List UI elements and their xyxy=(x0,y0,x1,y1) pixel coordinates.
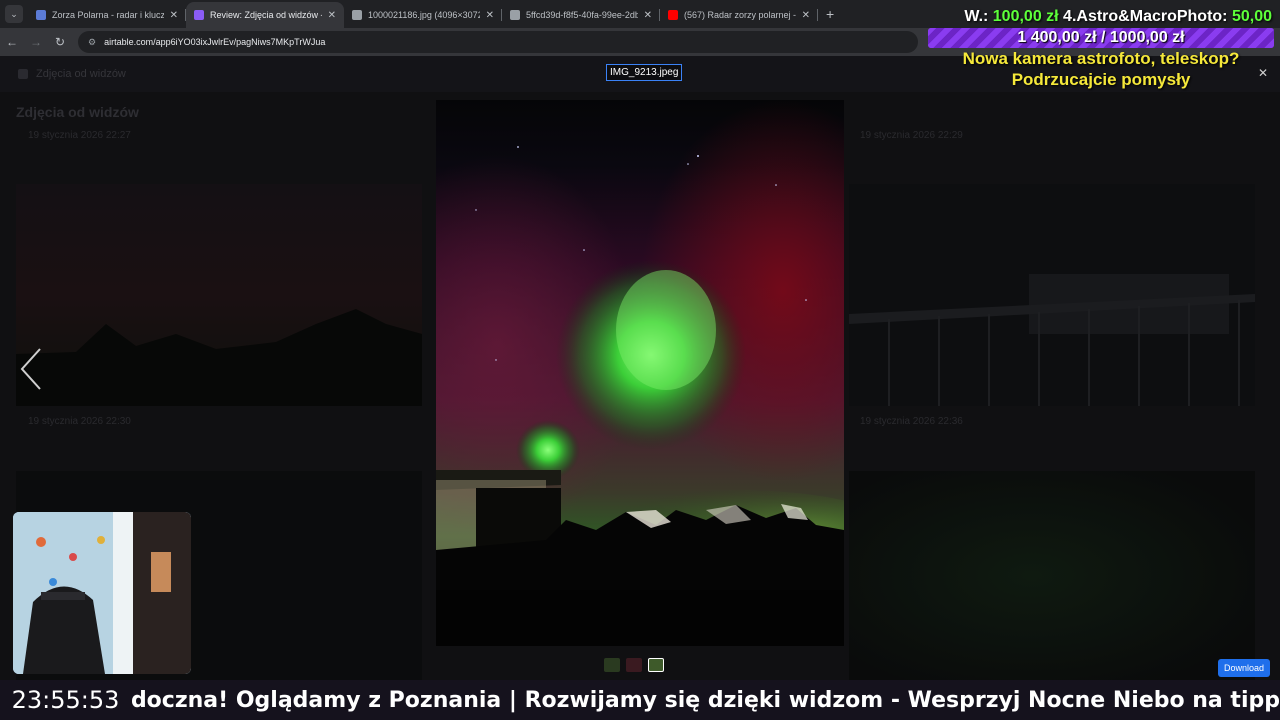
card-timestamp: 19 stycznia 2026 22:36 xyxy=(860,416,963,427)
tab-close-icon[interactable]: ✕ xyxy=(170,10,178,21)
tab-close-icon[interactable]: ✕ xyxy=(328,10,336,21)
image-filename[interactable]: IMG_9213.jpeg xyxy=(606,64,683,81)
ticker-text: doczna! Oglądamy z Poznania | Rozwijamy … xyxy=(130,687,1280,713)
goal-progress-text: 1 400,00 zł / 1000,00 zł xyxy=(1017,29,1185,46)
card-timestamp: 19 stycznia 2026 22:30 xyxy=(28,416,131,427)
tab-favicon-icon xyxy=(352,10,362,20)
tab-favicon-icon xyxy=(510,10,520,20)
forward-icon[interactable]: → xyxy=(24,35,48,49)
screen: ⌄ Zorza Polarna - radar i kluczow✕Review… xyxy=(0,0,1280,720)
tab-close-icon[interactable]: ✕ xyxy=(486,10,494,21)
gallery-card-image[interactable] xyxy=(16,184,422,406)
thumbnail[interactable] xyxy=(626,658,642,672)
tab-title: Review: Zdjęcia od widzów - Ai xyxy=(210,10,322,20)
app-name: Zdjęcia od widzów xyxy=(36,68,126,80)
card-photo xyxy=(849,471,1255,680)
goal-mid: 4.Astro&MacroPhoto: xyxy=(1058,8,1232,25)
goal-line-2: Podrzucajcie pomysły xyxy=(1011,70,1191,89)
donation-goal-overlay: W.: 100,00 zł 4.Astro&MacroPhoto: 50,00 … xyxy=(928,8,1274,90)
goal-progress-bar: 1 400,00 zł / 1000,00 zł xyxy=(928,28,1274,48)
goal-prefix: W.: xyxy=(964,8,993,25)
thumbnail-strip xyxy=(604,658,664,672)
webcam-overlay xyxy=(13,512,191,674)
download-button[interactable]: Download xyxy=(1218,659,1271,677)
stream-ticker: 23:55:53 doczna! Oglądamy z Poznania | R… xyxy=(0,680,1280,720)
chevron-left-icon[interactable] xyxy=(18,346,44,397)
browser-tab[interactable]: Review: Zdjęcia od widzów - Ai ✕ xyxy=(186,2,344,28)
card-timestamp: 19 stycznia 2026 22:27 xyxy=(28,130,131,141)
goal-amount: 100,00 zł xyxy=(992,8,1059,25)
app-logo-icon xyxy=(18,69,28,79)
browser-tab[interactable]: (567) Radar zorzy polarnej - ISS ✕ xyxy=(660,2,818,28)
site-info-icon[interactable]: ⚙ xyxy=(88,37,96,48)
browser-tab[interactable]: Zorza Polarna - radar i kluczow ✕ xyxy=(28,2,186,28)
address-bar[interactable]: ⚙ airtable.com/app6iYO03ixJwlrEv/pagNiws… xyxy=(78,31,918,53)
tab-favicon-icon xyxy=(194,10,204,20)
gallery-card-image[interactable] xyxy=(849,184,1255,406)
tab-search-icon[interactable]: ⌄ xyxy=(5,5,23,23)
tab-strip: Zorza Polarna - radar i kluczow✕Review: … xyxy=(28,0,818,28)
tab-favicon-icon xyxy=(36,10,46,20)
card-photo xyxy=(16,184,422,406)
thumbnail-selected[interactable] xyxy=(648,658,664,672)
gallery-card-image[interactable] xyxy=(849,471,1255,680)
tab-close-icon[interactable]: ✕ xyxy=(644,10,652,21)
back-icon[interactable]: ← xyxy=(0,35,24,49)
tab-title: 5ffcd39d-f8f5-40fa-99ee-2dbb xyxy=(526,10,638,20)
reload-icon[interactable]: ↻ xyxy=(48,35,72,49)
stream-clock: 23:55:53 xyxy=(11,686,120,714)
new-tab-icon[interactable]: + xyxy=(826,6,834,22)
tab-title: 1000021186.jpg (4096×3072) xyxy=(368,10,480,20)
aurora-photo xyxy=(436,100,844,646)
card-timestamp: 19 stycznia 2026 22:29 xyxy=(860,130,963,141)
browser-tab[interactable]: 1000021186.jpg (4096×3072) ✕ xyxy=(344,2,502,28)
airtable-page: Zdjęcia od widzów Zdjęcia od widzów 19 s… xyxy=(0,56,1280,680)
tab-close-icon[interactable]: ✕ xyxy=(802,10,810,21)
url-text: airtable.com/app6iYO03ixJwlrEv/pagNiws7M… xyxy=(104,37,326,47)
card-photo xyxy=(849,184,1255,406)
goal-line-1: Nowa kamera astrofoto, teleskop? xyxy=(962,49,1240,68)
tab-title: Zorza Polarna - radar i kluczow xyxy=(52,10,164,20)
tab-separator xyxy=(817,9,818,21)
tab-title: (567) Radar zorzy polarnej - ISS xyxy=(684,10,796,20)
tab-favicon-icon xyxy=(668,10,678,20)
browser-tab[interactable]: 5ffcd39d-f8f5-40fa-99ee-2dbb ✕ xyxy=(502,2,660,28)
goal-amount-2: 50,00 xyxy=(1231,8,1272,25)
goal-header: W.: 100,00 zł 4.Astro&MacroPhoto: 50,00 xyxy=(928,8,1274,26)
page-title: Zdjęcia od widzów xyxy=(16,104,139,120)
thumbnail[interactable] xyxy=(604,658,620,672)
